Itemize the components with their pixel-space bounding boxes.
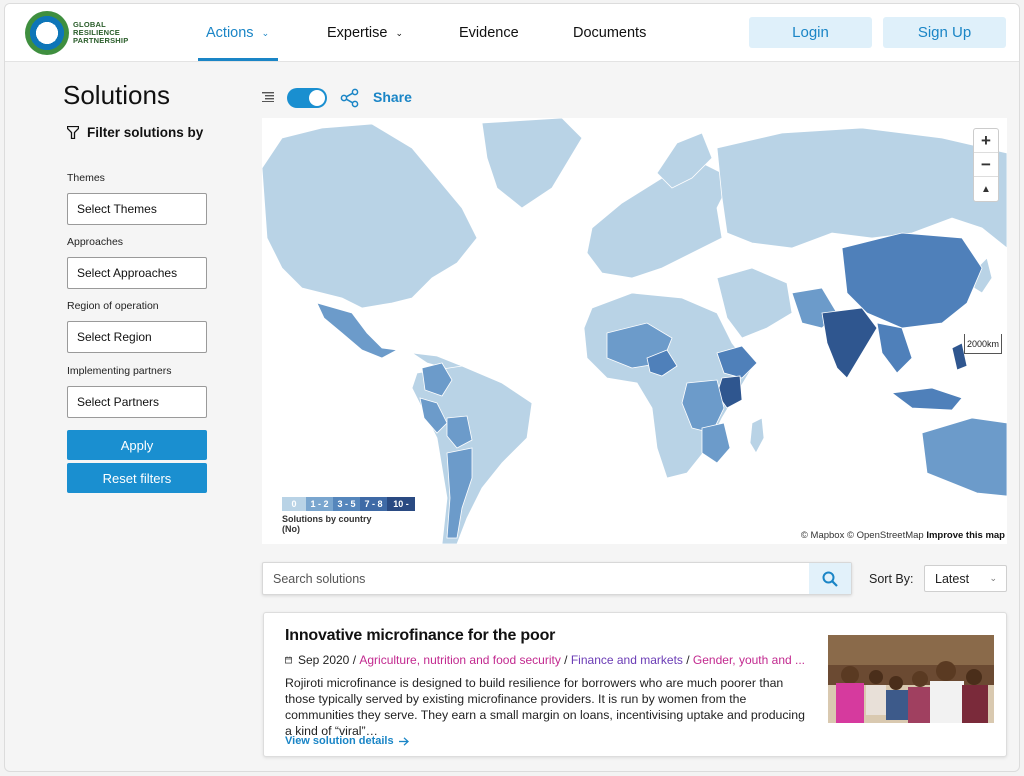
filter-label-themes: Themes bbox=[67, 172, 105, 184]
legend-bin-0: 0 bbox=[282, 497, 306, 511]
site-header: GLOBAL RESILIENCE PARTNERSHIP Actions ⌄ … bbox=[5, 4, 1019, 62]
search-bar: Search solutions bbox=[262, 562, 852, 595]
nav-item-expertise[interactable]: Expertise ⌄ bbox=[327, 4, 403, 62]
nav-active-indicator bbox=[198, 58, 278, 61]
filter-heading: Filter solutions by bbox=[67, 125, 203, 140]
calendar-icon bbox=[285, 656, 292, 664]
search-input[interactable]: Search solutions bbox=[273, 572, 365, 586]
map-europe bbox=[586, 162, 733, 279]
login-button[interactable]: Login bbox=[749, 17, 872, 48]
tag-gender[interactable]: Gender, youth and ... bbox=[693, 653, 805, 667]
legend-bin-3-5: 3 - 5 bbox=[333, 497, 360, 511]
search-button[interactable] bbox=[809, 563, 851, 594]
reset-filters-button[interactable]: Reset filters bbox=[67, 463, 207, 493]
map-north-america bbox=[262, 123, 478, 309]
apply-button[interactable]: Apply bbox=[67, 430, 207, 460]
map-view-toggle[interactable] bbox=[287, 88, 327, 108]
themes-select[interactable]: Select Themes bbox=[67, 193, 207, 225]
sort-label: Sort By: bbox=[869, 572, 914, 586]
zoom-in-button[interactable]: + bbox=[974, 129, 998, 153]
filter-label-approaches: Approaches bbox=[67, 236, 124, 248]
logo-wordmark: GLOBAL RESILIENCE PARTNERSHIP bbox=[73, 20, 129, 45]
page-title: Solutions bbox=[63, 80, 170, 110]
map-australia bbox=[921, 417, 1007, 497]
map-attribution: © Mapbox © OpenStreetMap Improve this ma… bbox=[798, 529, 1007, 542]
funnel-icon bbox=[67, 126, 79, 139]
solution-photo[interactable] bbox=[828, 635, 994, 723]
nav-item-actions[interactable]: Actions ⌄ bbox=[206, 4, 269, 62]
map-madagascar bbox=[749, 417, 765, 454]
nav-item-evidence[interactable]: Evidence bbox=[459, 4, 519, 62]
map-india bbox=[821, 307, 878, 379]
filter-label-region: Region of operation bbox=[67, 300, 159, 312]
arrow-right-icon bbox=[398, 736, 409, 746]
map-southeast-asia bbox=[876, 322, 913, 374]
site-logo[interactable]: GLOBAL RESILIENCE PARTNERSHIP bbox=[25, 11, 128, 55]
map-legend: 0 1 - 2 3 - 5 7 - 8 10 - Solutions by co… bbox=[282, 497, 415, 534]
logo-icon bbox=[25, 11, 69, 55]
solution-card[interactable]: Innovative microfinance for the poor Sep… bbox=[263, 612, 1007, 757]
solution-description: Rojiroti microfinance is designed to bui… bbox=[285, 676, 805, 738]
map-northern-asia bbox=[716, 127, 1007, 249]
nav-item-documents[interactable]: Documents bbox=[573, 4, 646, 62]
tag-agriculture[interactable]: Agriculture, nutrition and food security bbox=[359, 653, 560, 667]
solution-title[interactable]: Innovative microfinance for the poor bbox=[285, 627, 555, 645]
filter-label-partners: Implementing partners bbox=[67, 365, 172, 377]
chevron-down-icon: ⌄ bbox=[989, 573, 997, 583]
partners-select[interactable]: Select Partners bbox=[67, 386, 207, 418]
chevron-down-icon: ⌄ bbox=[261, 27, 270, 38]
share-button[interactable]: Share bbox=[373, 89, 412, 105]
legend-title: Solutions by country (No) bbox=[282, 514, 372, 534]
map-mexico bbox=[316, 302, 399, 359]
share-icon[interactable] bbox=[340, 88, 360, 108]
map-greenland bbox=[481, 118, 583, 209]
chevron-down-icon: ⌄ bbox=[395, 27, 403, 38]
solution-photo-image bbox=[828, 635, 994, 723]
sort-select[interactable]: Latest ⌄ bbox=[924, 565, 1007, 592]
legend-bin-10-plus: 10 - bbox=[387, 497, 415, 511]
map-indonesia bbox=[890, 387, 963, 411]
toggle-knob bbox=[309, 90, 325, 106]
solution-meta: Sep 2020 / Agriculture, nutrition and fo… bbox=[285, 653, 805, 667]
page-frame: GLOBAL RESILIENCE PARTNERSHIP Actions ⌄ … bbox=[4, 3, 1020, 772]
compass-button[interactable]: ▲ bbox=[974, 177, 998, 201]
signup-button[interactable]: Sign Up bbox=[883, 17, 1006, 48]
view-details-link[interactable]: View solution details bbox=[285, 735, 409, 747]
map-scale: 2000km bbox=[964, 334, 1002, 354]
legend-bin-1-2: 1 - 2 bbox=[306, 497, 333, 511]
zoom-out-button[interactable]: − bbox=[974, 153, 998, 177]
legend-bin-7-8: 7 - 8 bbox=[360, 497, 387, 511]
region-select[interactable]: Select Region bbox=[67, 321, 207, 353]
search-icon bbox=[822, 571, 838, 587]
improve-map-link[interactable]: Improve this map bbox=[926, 530, 1005, 541]
map-southern-africa bbox=[701, 422, 731, 464]
list-view-icon[interactable] bbox=[262, 92, 274, 102]
tag-finance[interactable]: Finance and markets bbox=[571, 653, 683, 667]
zoom-controls: + − ▲ bbox=[973, 128, 999, 202]
world-map-canvas bbox=[262, 118, 1007, 544]
solution-date: Sep 2020 bbox=[297, 653, 350, 667]
world-map[interactable]: + − ▲ 2000km 0 1 - 2 3 - 5 7 - 8 10 - So… bbox=[262, 118, 1007, 544]
legend-bar: 0 1 - 2 3 - 5 7 - 8 10 - bbox=[282, 497, 415, 511]
map-middle-east bbox=[716, 267, 793, 339]
approaches-select[interactable]: Select Approaches bbox=[67, 257, 207, 289]
